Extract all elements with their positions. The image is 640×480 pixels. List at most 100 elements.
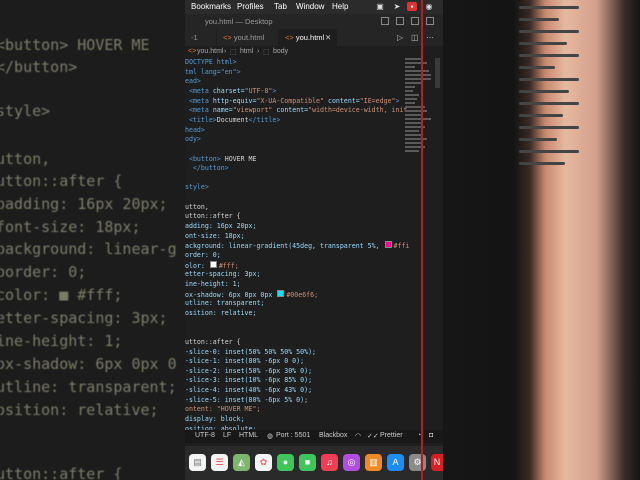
layout-sidebar-icon[interactable] (381, 17, 389, 25)
bg-line: </button> (0, 58, 78, 76)
dock: ▤ ☰ ◭ ✿ ● ■ ♫ ◎ ▥ A ⚙ N (185, 446, 443, 480)
background-editor-left: <button> HOVER ME </button> style> utton… (0, 0, 185, 480)
bg-line: border: 0; (0, 263, 87, 281)
tab-yout-html[interactable]: <> yout.html (217, 29, 279, 46)
bg-line: utton::after { (0, 172, 123, 190)
code-line: <meta charset="UTF-8"> (188, 86, 277, 95)
code-line: -slice-1: inset(80% -6px 0 0); (185, 357, 305, 366)
reminders-app-icon[interactable]: ☰ (211, 454, 228, 471)
tab-label: yout.html (233, 33, 265, 42)
status-live-server-port[interactable]: Port : 5501 (276, 432, 310, 439)
facetime-app-icon[interactable]: ■ (299, 454, 316, 471)
code-line: </button> (192, 164, 229, 173)
code-line: style> (185, 183, 209, 192)
check-icon: ✓✓ (367, 433, 379, 440)
sync-icon: ◠ (355, 433, 362, 440)
chevron-right-icon: › (257, 48, 260, 55)
feedback-icon[interactable]: ◘ (429, 432, 433, 439)
books-app-icon[interactable]: ▥ (365, 454, 382, 471)
messages-app-icon[interactable]: ● (277, 454, 294, 471)
bg-line: ine-height: 1; (0, 332, 123, 350)
editor-tabs: -1 <> yout.html <> you.html ✕ ▷ ◫ ⋯ (185, 29, 443, 46)
bg-line: color: ■ #fff; (0, 286, 123, 304)
code-line: etter-spacing: 3px; (185, 270, 261, 279)
code-line: utton::after { (185, 212, 241, 221)
color-swatch[interactable] (277, 289, 285, 297)
code-line: ine-height: 1; (185, 279, 241, 288)
bg-line: utton::after { (0, 465, 123, 480)
window-titlebar: you.html — Desktop (185, 14, 443, 29)
status-app-icon[interactable]: ▣ (375, 2, 385, 11)
code-line: ead> (185, 77, 201, 86)
breadcrumb-body[interactable]: body (273, 48, 288, 55)
more-actions-icon[interactable]: ⋯ (426, 33, 434, 42)
code-line: display: block; (185, 415, 245, 424)
menu-window[interactable]: Window (296, 2, 324, 11)
menu-bookmarks[interactable]: Bookmarks (191, 2, 231, 11)
menu-bar: Bookmarks Profiles Tab Window Help ▣ ➤ ▪… (185, 0, 443, 14)
tab-you-html[interactable]: <> you.html ✕ (279, 29, 337, 46)
podcasts-app-icon[interactable]: ◎ (343, 454, 360, 471)
status-language[interactable]: HTML (239, 432, 258, 439)
html-file-icon: <> (223, 33, 232, 42)
send-icon[interactable]: ➤ (392, 2, 402, 11)
element-icon: ⬚ (263, 49, 270, 56)
status-prettier[interactable]: Prettier (380, 432, 403, 439)
music-app-icon[interactable]: ♫ (321, 454, 338, 471)
layout-split-icon[interactable] (411, 17, 419, 25)
layout-panel-icon[interactable] (396, 17, 404, 25)
code-line: -slice-2: inset(50% -6px 30% 0); (185, 366, 313, 375)
code-line: utton::after { (185, 337, 241, 346)
code-line: utline: transparent; (185, 299, 265, 308)
layout-customize-icon[interactable] (426, 17, 434, 25)
code-line: ont-size: 18px; (185, 231, 245, 240)
minimap[interactable] (405, 58, 433, 168)
split-editor-icon[interactable]: ◫ (411, 33, 419, 42)
menu-help[interactable]: Help (332, 2, 348, 11)
run-icon[interactable]: ▷ (397, 33, 403, 42)
vertical-scrollbar[interactable] (435, 58, 440, 88)
notes-app-icon[interactable]: ▤ (189, 454, 206, 471)
tab-label: you.html (295, 33, 325, 42)
editor-screen: Bookmarks Profiles Tab Window Help ▣ ➤ ▪… (185, 0, 443, 480)
element-icon: ⬚ (230, 49, 237, 56)
code-line: order: 0; (185, 251, 221, 259)
code-line: <title>Document</title> (188, 115, 281, 124)
menu-tab[interactable]: Tab (274, 2, 287, 11)
code-line: <meta name="viewport" content="width=dev… (188, 106, 408, 115)
breadcrumb-file[interactable]: you.html (197, 48, 223, 55)
breadcrumb: <> you.html › ⬚ html › ⬚ body (185, 46, 443, 58)
bg-line: background: linear-g (0, 240, 177, 258)
code-line: ody> (185, 135, 201, 144)
color-swatch[interactable] (384, 241, 392, 249)
code-line: ontent: "HOVER ME"; (185, 405, 261, 414)
chrome-icon[interactable]: ◉ (424, 2, 434, 11)
close-icon[interactable]: ✕ (325, 29, 331, 46)
bg-line: padding: 16px 20px; (0, 195, 168, 213)
code-line: <button> HOVER ME (188, 154, 257, 163)
netflix-app-icon[interactable]: N (431, 454, 443, 471)
tab-label: -1 (191, 33, 198, 42)
bg-line: font-size: 18px; (0, 218, 141, 236)
window-title: you.html — Desktop (205, 17, 273, 26)
code-editor[interactable]: DOCTYPE html> tml lang="en"> ead> <meta … (185, 58, 409, 433)
app-store-icon[interactable]: A (387, 454, 404, 471)
background-blur-right (443, 0, 640, 480)
bg-line: utline: transparent; (0, 378, 177, 396)
bg-line: ox-shadow: 6px 0px 0 (0, 355, 177, 373)
code-line: head> (185, 125, 205, 134)
menu-profiles[interactable]: Profiles (237, 2, 264, 11)
red-divider-line (421, 0, 423, 480)
recording-icon[interactable]: ▪ (407, 2, 417, 11)
maps-app-icon[interactable]: ◭ (233, 454, 250, 471)
status-eol[interactable]: LF (223, 432, 231, 439)
photos-app-icon[interactable]: ✿ (255, 454, 272, 471)
chevron-right-icon: › (224, 48, 227, 55)
color-swatch[interactable] (209, 260, 217, 268)
status-encoding[interactable]: UTF-8 (195, 432, 215, 439)
settings-gear-icon[interactable]: ⚙ (409, 454, 426, 471)
breadcrumb-html[interactable]: html (240, 48, 253, 55)
tab-file-1[interactable]: -1 (185, 29, 217, 46)
radio-tower-icon: ◍ (267, 433, 274, 440)
status-theme[interactable]: Blackbox (319, 432, 347, 439)
